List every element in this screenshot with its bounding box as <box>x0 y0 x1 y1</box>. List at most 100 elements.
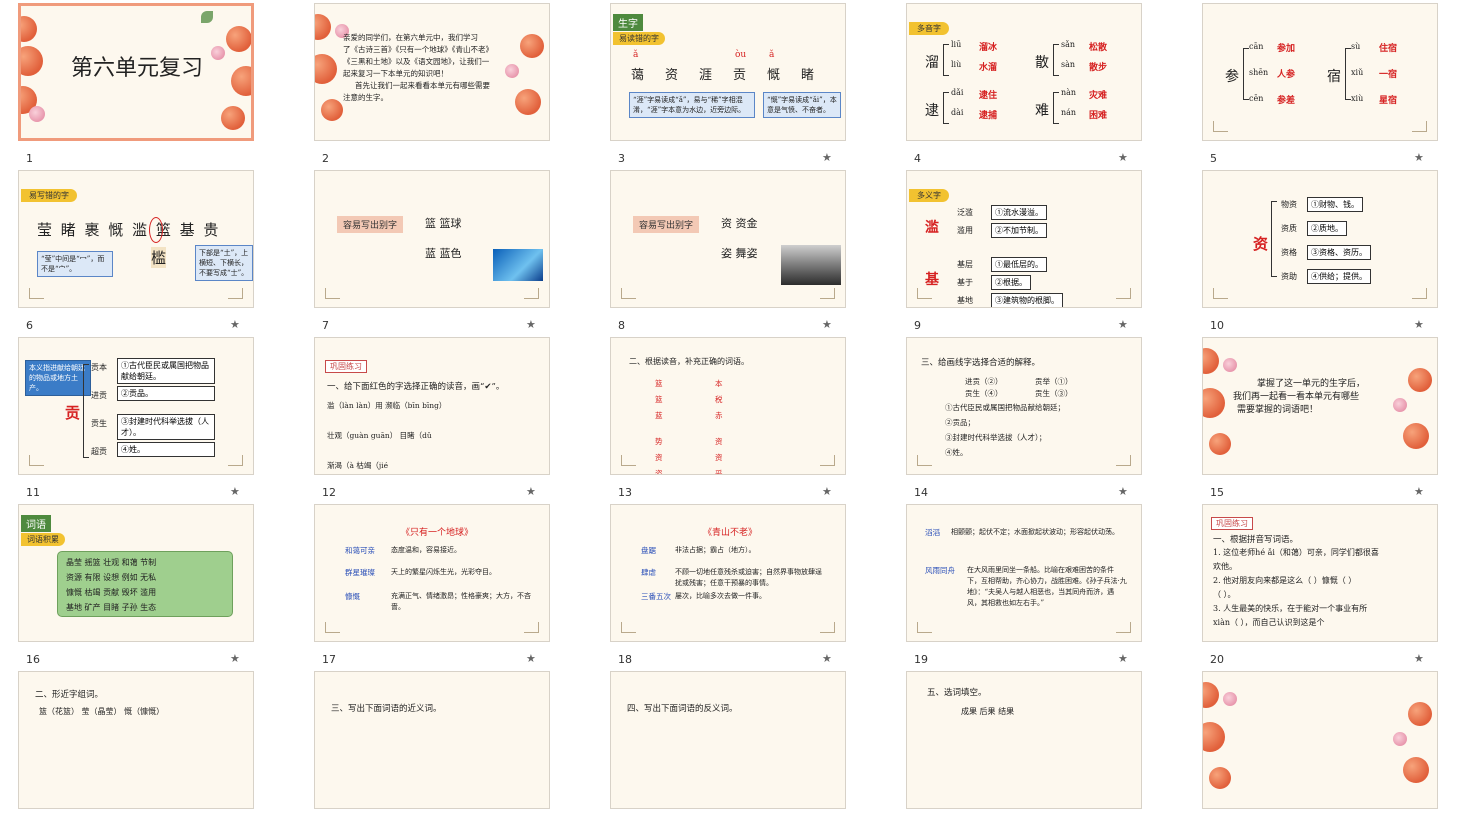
slide-transition-star-icon[interactable]: ★ <box>1118 318 1128 331</box>
slide-thumbnail-item[interactable]: 资 物资 ①财物、钱。 资质 ②质地。 资格 ③资格、资历。 资助 ④供给；提供。 10 ★ <box>1202 170 1438 336</box>
slide-thumbnail[interactable]: 滔滔 相颤颤；起伏不定；水面掀起状波动；形容起伏动荡。 风雨同舟 在大风雨里同坐一条船… <box>906 504 1142 642</box>
slide-transition-star-icon[interactable]: ★ <box>1118 485 1128 498</box>
slide-transition-star-icon[interactable]: ★ <box>1414 485 1424 498</box>
slide-thumbnail[interactable]: 巩固练习 一、给下面红色的字选择正确的读音，画“✔”。 滥（làn làn）用 濒临… <box>314 337 550 475</box>
slide-text: 参差 <box>1277 96 1296 106</box>
slide-text: 资 <box>1253 235 1269 253</box>
slide-thumbnail-item[interactable]: 巩固练习 一、给下面红色的字选择正确的读音，画“✔”。 滥（làn làn）用 濒临… <box>314 337 550 503</box>
slide-thumbnail[interactable]: 巩固练习 一、根据拼音写词语。 1. 这位老师hé ǎi（和蔼）可亲，同学们都很喜欢… <box>1202 504 1438 642</box>
slide-thumbnail-item[interactable]: 亲爱的同学们，在第六单元中，我们学习 了《古诗三首》《只有一个地球》《青山不老》《… <box>314 3 550 169</box>
slide-thumbnail[interactable]: 《青山不老》 盘踞 非法占据；霸占（地方）。 肆虐 不顾一切地任意残杀或迫害；自然界事物… <box>610 504 846 642</box>
slide-transition-star-icon[interactable]: ★ <box>1118 652 1128 665</box>
slide-thumbnail[interactable]: 生字 易读错的字 ǎ 蔼资涯 òu 贡 ǎ 慨睹 “涯”字易读成“ǎ”，易与“稀”字相混淆，“涯… <box>610 3 846 141</box>
slide-thumbnail-item[interactable]: 《只有一个地球》 和蔼可亲 态度温和，容易接近。 群星璀璨 天上的繁星闪烁生光，光彩夺目… <box>314 504 550 670</box>
slide-transition-star-icon[interactable]: ★ <box>822 151 832 164</box>
slide-thumbnail[interactable]: 本义指进献给朝廷的物品或地方土产。贡 贡本 ①古代臣民或属国把物品献给朝廷。 进贡 ②贡… <box>18 337 254 475</box>
slide-tag: 词语 <box>21 515 51 532</box>
slide-text: xiàn（ ），而自己认识到这是个 <box>1213 618 1325 627</box>
flower-decoration <box>1393 398 1407 412</box>
slide-text: 五、选词填空。 <box>927 688 987 698</box>
sea-wave-image[interactable] <box>493 249 543 281</box>
slide-number: 4 <box>914 152 921 165</box>
slide-transition-star-icon[interactable]: ★ <box>230 318 240 331</box>
slide-thumbnail[interactable]: 词语 词语积累 晶莹 摇篮 壮观 和蔼 节制 资源 有限 设想 例如 无私 慷慨 枯竭 … <box>18 504 254 642</box>
slide-thumbnail-item[interactable]: 易写错的字莹 睹 裹 慨 滥 篮 基 贵槛 “莹”中间是“冖”，而不是“宀”。 下部… <box>18 170 254 336</box>
slide-text: 滥 <box>925 220 939 236</box>
slide-transition-star-icon[interactable]: ★ <box>822 485 832 498</box>
slide-thumbnail[interactable]: 亲爱的同学们，在第六单元中，我们学习 了《古诗三首》《只有一个地球》《青山不老》《… <box>314 3 550 141</box>
slide-text: xiù <box>1351 94 1364 103</box>
slide-text: 二、根据读音，补充正确的词语。 <box>629 357 749 366</box>
slide-thumbnail-item[interactable]: 多义字滥 泛滥 ①流水漫溢。 滥用 ②不加节制。基 基层 ①最低层的。 基于 ②根据。 基地 ③建筑… <box>906 170 1142 336</box>
flower-decoration <box>1209 433 1231 455</box>
slide-transition-star-icon[interactable]: ★ <box>1118 151 1128 164</box>
corner-ornament <box>325 622 340 633</box>
slide-text: 3. 人生最美的快乐，在于能对一个事业有所 <box>1213 604 1368 613</box>
slide-thumbnail-item[interactable]: 生字 易读错的字 ǎ 蔼资涯 òu 贡 ǎ 慨睹 “涯”字易读成“ǎ”，易与“稀”字相混淆，“涯… <box>610 3 846 169</box>
slide-thumbnail-item[interactable]: 滔滔 相颤颤；起伏不定；水面掀起状波动；形容起伏动荡。 风雨同舟 在大风雨里同坐一条船… <box>906 504 1142 670</box>
slide-thumbnail-item[interactable]: 二、根据读音，补充正确的词语。篮篮蓝本税赤势资姿资资妥 13 ★ <box>610 337 846 503</box>
slide-transition-star-icon[interactable]: ★ <box>526 318 536 331</box>
slide-thumbnail[interactable]: 多义字滥 泛滥 ①流水漫溢。 滥用 ②不加节制。基 基层 ①最低层的。 基于 ②根据。 基地 ③建筑… <box>906 170 1142 308</box>
slide-thumbnail[interactable]: 参 cān 参加 shēn 人参 cēn 参差 宿 sù 住宿 xiǔ 一宿 xiù 星宿 <box>1202 3 1438 141</box>
slide-number: 11 <box>26 486 40 499</box>
slide-thumbnail[interactable] <box>1202 671 1438 809</box>
slide-transition-star-icon[interactable]: ★ <box>230 652 240 665</box>
slide-thumbnail[interactable]: 四、写出下面词语的反义词。 <box>610 671 846 809</box>
slide-thumbnail[interactable]: 容易写出别字 篮 篮球蓝 蓝色 <box>314 170 550 308</box>
slide-text: 基地 矿产 目睹 子孙 生态 <box>66 603 157 612</box>
slide-thumbnail-item[interactable]: 《青山不老》 盘踞 非法占据；霸占（地方）。 肆虐 不顾一切地任意残杀或迫害；自然界事物… <box>610 504 846 670</box>
slide-thumbnail-item[interactable]: 掌握了这一单元的生字后， 我们再一起看一看本单元有哪些 需要掌握的词语吧！ 15 ★ <box>1202 337 1438 503</box>
slide-transition-star-icon[interactable]: ★ <box>526 485 536 498</box>
slide-thumbnail[interactable]: 三、给画线字选择合适的解释。 进贡（②） 贡举（①） 贡生（④） 贡生（③） ①古代臣民或… <box>906 337 1142 475</box>
slide-thumbnail-item[interactable]: 词语 词语积累 晶莹 摇篮 壮观 和蔼 节制 资源 有限 设想 例如 无私 慷慨 枯竭 … <box>18 504 254 670</box>
slide-transition-star-icon[interactable]: ★ <box>1414 652 1424 665</box>
slide-text: 税 <box>715 395 723 404</box>
corner-ornament <box>1116 455 1131 466</box>
slide-thumbnail[interactable]: 三、写出下面词语的近义词。 <box>314 671 550 809</box>
slide-thumbnail[interactable]: 五、选词填空。 成果 后果 结果 <box>906 671 1142 809</box>
slide-thumbnail-item[interactable]: 容易写出别字 资 资金姿 舞姿 8 ★ <box>610 170 846 336</box>
slide-text: 一、给下面红色的字选择正确的读音，画“✔”。 <box>327 382 505 392</box>
dancer-photo-image[interactable] <box>781 245 841 285</box>
slide-thumbnail[interactable]: 容易写出别字 资 资金姿 舞姿 <box>610 170 846 308</box>
note-box: “莹”中间是“冖”，而不是“宀”。 <box>37 251 113 277</box>
slide-transition-star-icon[interactable]: ★ <box>1414 318 1424 331</box>
slide-transition-star-icon[interactable]: ★ <box>230 485 240 498</box>
slide-text: 进贡 <box>91 391 107 400</box>
slide-text: 贡生（③） <box>1035 389 1073 398</box>
slide-transition-star-icon[interactable]: ★ <box>1414 151 1424 164</box>
slide-thumbnail-item[interactable]: 三、给画线字选择合适的解释。 进贡（②） 贡举（①） 贡生（④） 贡生（③） ①古代臣民或… <box>906 337 1142 503</box>
note-box: 本义指进献给朝廷的物品或地方土产。 <box>25 360 91 396</box>
slide-thumbnail-item[interactable]: 巩固练习 一、根据拼音写词语。 1. 这位老师hé ǎi（和蔼）可亲，同学们都很喜欢… <box>1202 504 1438 670</box>
slide-text: ②不加节制。 <box>991 223 1047 238</box>
slide-transition-star-icon[interactable]: ★ <box>822 318 832 331</box>
slide-thumbnail-item[interactable]: 第六单元复习 1 <box>18 3 254 169</box>
slide-text: 非法占据；霸占（地方）。 <box>675 546 756 554</box>
slide-thumbnail-item[interactable]: 多音字溜 liū 溜冰 liù 水溜 散 sǎn 松散 sàn 散步逮 dǎi 逮住 dài 逮捕 难 nàn… <box>906 3 1142 169</box>
slide-transition-star-icon[interactable]: ★ <box>822 652 832 665</box>
slide-thumbnail-item[interactable]: 容易写出别字 篮 篮球蓝 蓝色 7 ★ <box>314 170 550 336</box>
slide-text: 姿 舞姿 <box>721 247 758 260</box>
slide-thumbnail[interactable]: 掌握了这一单元的生字后， 我们再一起看一看本单元有哪些 需要掌握的词语吧！ <box>1202 337 1438 475</box>
slide-thumbnail-item[interactable]: 五、选词填空。 成果 后果 结果 <box>906 671 1142 837</box>
slide-text: ②质地。 <box>1307 221 1347 236</box>
slide-thumbnail[interactable]: 二、根据读音，补充正确的词语。篮篮蓝本税赤势资姿资资妥 <box>610 337 846 475</box>
slide-thumbnail[interactable]: 二、形近字组词。 篮（花篮） 莹（晶莹） 慨（慷慨） <box>18 671 254 809</box>
slide-thumbnail[interactable]: 第六单元复习 <box>18 3 254 141</box>
slide-thumbnail-item[interactable]: 三、写出下面词语的近义词。 <box>314 671 550 837</box>
slide-thumbnail-item[interactable]: 四、写出下面词语的反义词。 <box>610 671 846 837</box>
slide-thumbnail[interactable]: 资 物资 ①财物、钱。 资质 ②质地。 资格 ③资格、资历。 资助 ④供给；提供。 <box>1202 170 1438 308</box>
flower-decoration <box>231 66 251 96</box>
slide-thumbnail[interactable]: 《只有一个地球》 和蔼可亲 态度温和，容易接近。 群星璀璨 天上的繁星闪烁生光，光彩夺目… <box>314 504 550 642</box>
slide-text: 渐渴（à 枯竭（jié <box>327 461 389 470</box>
slide-thumbnail-item[interactable]: 参 cān 参加 shēn 人参 cēn 参差 宿 sù 住宿 xiǔ 一宿 xiù 星宿 5 ★ <box>1202 3 1438 169</box>
slide-thumbnail[interactable]: 易写错的字莹 睹 裹 慨 滥 篮 基 贵槛 “莹”中间是“冖”，而不是“宀”。 下部… <box>18 170 254 308</box>
slide-thumbnail[interactable]: 多音字溜 liū 溜冰 liù 水溜 散 sǎn 松散 sàn 散步逮 dǎi 逮住 dài 逮捕 难 nàn… <box>906 3 1142 141</box>
slide-thumbnail-item[interactable]: 二、形近字组词。 篮（花篮） 莹（晶莹） 慨（慷慨） <box>18 671 254 837</box>
slide-transition-star-icon[interactable]: ★ <box>526 652 536 665</box>
slide-number: 9 <box>914 319 921 332</box>
slide-thumbnail-item[interactable]: 本义指进献给朝廷的物品或地方土产。贡 贡本 ①古代臣民或属国把物品献给朝廷。 进贡 ②贡… <box>18 337 254 503</box>
slide-thumbnail-item[interactable] <box>1202 671 1438 837</box>
slide-text: 超贡 <box>91 447 107 456</box>
